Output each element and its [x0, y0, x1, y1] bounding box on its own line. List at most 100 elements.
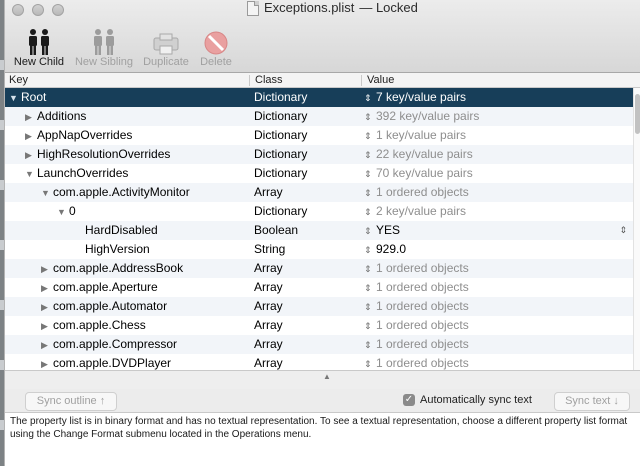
row-class[interactable]: Array [254, 335, 283, 354]
row-class[interactable]: Dictionary [254, 88, 307, 107]
stepper-icon[interactable]: ⇕ [364, 279, 376, 298]
drag-handle-icon[interactable]: ▲ [323, 372, 331, 381]
outline-row[interactable]: HighVersion String ⇕ 929.0 [5, 240, 633, 259]
row-value-text[interactable]: 1 ordered objects [376, 356, 469, 370]
disclosure-expanded-icon[interactable]: ▼ [9, 89, 21, 108]
column-divider[interactable] [249, 75, 250, 86]
row-key-text[interactable]: com.apple.Chess [53, 318, 146, 332]
row-class[interactable]: Dictionary [254, 145, 307, 164]
row-class[interactable]: Array [254, 259, 283, 278]
row-value-text[interactable]: 1 key/value pairs [376, 128, 466, 142]
row-class[interactable]: Dictionary [254, 164, 307, 183]
stepper-icon[interactable]: ⇕ [364, 127, 376, 146]
split-view-divider[interactable]: ▲ [5, 370, 640, 389]
outline-row[interactable]: ▼ Root Dictionary ⇕ 7 key/value pairs [5, 88, 633, 107]
disclosure-collapsed-icon[interactable]: ▶ [41, 279, 53, 298]
row-key-text[interactable]: HighResolutionOverrides [37, 147, 170, 161]
disclosure-expanded-icon[interactable]: ▼ [57, 203, 69, 222]
outline-row[interactable]: ▼ 0 Dictionary ⇕ 2 key/value pairs [5, 202, 633, 221]
stepper-icon[interactable]: ⇕ [364, 355, 376, 370]
row-value-text[interactable]: 929.0 [376, 242, 406, 256]
row-key-text[interactable]: 0 [69, 204, 76, 218]
outline-row[interactable]: ▶ com.apple.Chess Array ⇕ 1 ordered objects [5, 316, 633, 335]
outline-row[interactable]: ▶ com.apple.Automator Array ⇕ 1 ordered obje… [5, 297, 633, 316]
outline-row[interactable]: ▶ com.apple.AddressBook Array ⇕ 1 ordered ob… [5, 259, 633, 278]
outline-row[interactable]: ▶ com.apple.DVDPlayer Array ⇕ 1 ordered obje… [5, 354, 633, 370]
disclosure-collapsed-icon[interactable]: ▶ [25, 146, 37, 165]
row-key-text[interactable]: com.apple.AddressBook [53, 261, 183, 275]
auto-sync-checkbox-group[interactable]: ✓ Automatically sync text [403, 394, 532, 406]
row-value-text[interactable]: 1 ordered objects [376, 280, 469, 294]
stepper-icon[interactable]: ⇕ [364, 165, 376, 184]
disclosure-expanded-icon[interactable]: ▼ [25, 165, 37, 184]
row-key-text[interactable]: com.apple.Automator [53, 299, 167, 313]
duplicate-button[interactable]: Duplicate [141, 26, 191, 70]
column-divider[interactable] [361, 75, 362, 86]
row-class[interactable]: Dictionary [254, 202, 307, 221]
popup-chevron-icon[interactable]: ⇕ [619, 221, 627, 240]
stepper-icon[interactable]: ⇕ [364, 89, 376, 108]
stepper-icon[interactable]: ⇕ [364, 222, 376, 241]
disclosure-collapsed-icon[interactable]: ▶ [41, 355, 53, 370]
row-value-text[interactable]: 1 ordered objects [376, 337, 469, 351]
disclosure-collapsed-icon[interactable]: ▶ [41, 298, 53, 317]
disclosure-collapsed-icon[interactable]: ▶ [41, 260, 53, 279]
row-value-text[interactable]: 1 ordered objects [376, 318, 469, 332]
row-value-text[interactable]: 392 key/value pairs [376, 109, 479, 123]
row-value-text[interactable]: 7 key/value pairs [376, 90, 466, 104]
scrollbar-thumb[interactable] [635, 94, 640, 134]
row-key-text[interactable]: com.apple.Aperture [53, 280, 158, 294]
outline-row[interactable]: ▶ HighResolutionOverrides Dictionary ⇕ 22 ke… [5, 145, 633, 164]
row-key-text[interactable]: HardDisabled [85, 223, 158, 237]
row-class[interactable]: String [254, 240, 285, 259]
close-window-button[interactable] [12, 4, 24, 16]
row-class[interactable]: Array [254, 316, 283, 335]
outline-row[interactable]: ▶ AppNapOverrides Dictionary ⇕ 1 key/value p… [5, 126, 633, 145]
stepper-icon[interactable]: ⇕ [364, 241, 376, 260]
row-class[interactable]: Array [254, 297, 283, 316]
text-view[interactable]: The property list is in binary format an… [5, 413, 640, 466]
row-key-text[interactable]: com.apple.Compressor [53, 337, 177, 351]
new-child-button[interactable]: New Child [12, 26, 66, 70]
checkmark-icon[interactable]: ✓ [403, 394, 415, 406]
row-value-text[interactable]: 1 ordered objects [376, 299, 469, 313]
row-key-text[interactable]: LaunchOverrides [37, 166, 128, 180]
row-key-text[interactable]: com.apple.ActivityMonitor [53, 185, 190, 199]
column-header-key[interactable]: Key [5, 73, 28, 88]
row-value-text[interactable]: 2 key/value pairs [376, 204, 466, 218]
row-key-text[interactable]: Root [21, 90, 46, 104]
sync-outline-button[interactable]: Sync outline ↑ [25, 392, 117, 411]
zoom-window-button[interactable] [52, 4, 64, 16]
row-class[interactable]: Dictionary [254, 107, 307, 126]
column-header-value[interactable]: Value [363, 73, 394, 88]
row-key-text[interactable]: Additions [37, 109, 86, 123]
disclosure-collapsed-icon[interactable]: ▶ [41, 336, 53, 355]
disclosure-collapsed-icon[interactable]: ▶ [41, 317, 53, 336]
disclosure-collapsed-icon[interactable]: ▶ [25, 127, 37, 146]
disclosure-collapsed-icon[interactable]: ▶ [25, 108, 37, 127]
row-key-text[interactable]: HighVersion [85, 242, 150, 256]
sync-text-button[interactable]: Sync text ↓ [554, 392, 630, 411]
row-value-text[interactable]: YES [376, 223, 400, 237]
row-class[interactable]: Array [254, 354, 283, 370]
delete-button[interactable]: Delete [197, 26, 235, 70]
stepper-icon[interactable]: ⇕ [364, 298, 376, 317]
row-value-text[interactable]: 1 ordered objects [376, 185, 469, 199]
minimize-window-button[interactable] [32, 4, 44, 16]
row-key-text[interactable]: AppNapOverrides [37, 128, 132, 142]
stepper-icon[interactable]: ⇕ [364, 317, 376, 336]
stepper-icon[interactable]: ⇕ [364, 260, 376, 279]
stepper-icon[interactable]: ⇕ [364, 108, 376, 127]
row-class[interactable]: Boolean [254, 221, 298, 240]
row-class[interactable]: Array [254, 183, 283, 202]
row-value-text[interactable]: 70 key/value pairs [376, 166, 473, 180]
outline-row[interactable]: ▼ com.apple.ActivityMonitor Array ⇕ 1 ordere… [5, 183, 633, 202]
outline-row[interactable]: HardDisabled Boolean ⇕ YES ⇕ [5, 221, 633, 240]
outline-row[interactable]: ▶ com.apple.Aperture Array ⇕ 1 ordered objec… [5, 278, 633, 297]
outline-row[interactable]: ▶ com.apple.Compressor Array ⇕ 1 ordered obj… [5, 335, 633, 354]
row-key-text[interactable]: com.apple.DVDPlayer [53, 356, 171, 370]
stepper-icon[interactable]: ⇕ [364, 184, 376, 203]
outline-row[interactable]: ▶ Additions Dictionary ⇕ 392 key/value pairs [5, 107, 633, 126]
stepper-icon[interactable]: ⇕ [364, 146, 376, 165]
vertical-scrollbar[interactable] [633, 88, 640, 370]
